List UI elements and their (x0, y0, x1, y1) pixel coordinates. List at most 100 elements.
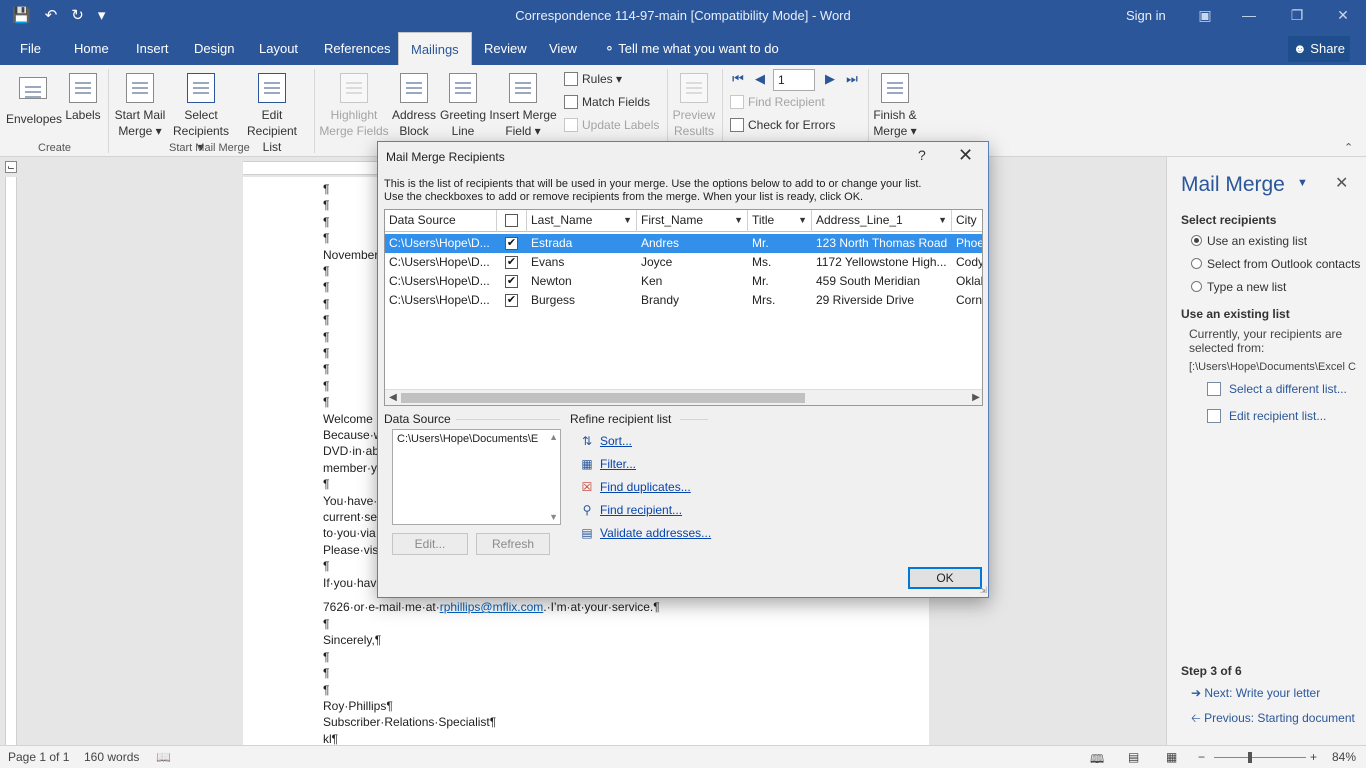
radio-icon (1191, 258, 1202, 269)
include-recipient-checkbox[interactable]: ✔ (505, 275, 518, 288)
dropdown-arrow-icon[interactable]: ▼ (798, 210, 807, 230)
highlight-merge-fields-button[interactable]: Highlight Merge Fields (318, 73, 390, 139)
first-record-icon[interactable]: ⏮ (730, 71, 746, 87)
scroll-right-icon[interactable]: ▶ (968, 390, 982, 405)
edit-button[interactable]: Edit... (392, 533, 468, 555)
tab-insert[interactable]: Insert (136, 32, 169, 65)
find-duplicates-link[interactable]: Find duplicates... (600, 480, 691, 494)
previous-record-icon[interactable]: ◀ (752, 71, 768, 87)
tell-me-box[interactable]: ⚬ Tell me what you want to do (604, 32, 779, 65)
tab-selector-icon[interactable]: ⌙ (5, 161, 17, 173)
zoom-in-icon[interactable]: + (1310, 750, 1317, 764)
scroll-down-icon[interactable]: ▼ (549, 512, 558, 522)
table-row[interactable]: C:\Users\Hope\D... Estrada Andres Mr. 123 No… (385, 234, 982, 253)
include-recipient-checkbox[interactable]: ✔ (505, 256, 518, 269)
select-all-checkbox[interactable] (505, 214, 518, 227)
column-header-address[interactable]: Address_Line_1 ▼ (812, 210, 952, 232)
previous-step-link[interactable]: 🡠 Previous: Starting document (1191, 709, 1355, 730)
sort-link[interactable]: Sort... (600, 434, 632, 448)
tab-view[interactable]: View (549, 32, 577, 65)
recipients-grid[interactable]: Data Source Last_Name ▼ First_Name ▼ Title… (384, 209, 983, 406)
next-step-link[interactable]: ➔ Next: Write your letter (1191, 686, 1320, 700)
maximize-icon[interactable]: ❐ (1282, 4, 1312, 26)
insert-merge-field-button[interactable]: Insert Merge Field ▾ (488, 73, 558, 139)
horizontal-scrollbar[interactable]: ◀ ▶ (385, 389, 982, 405)
zoom-slider[interactable] (1214, 757, 1306, 758)
select-different-list-link[interactable]: Select a different list... (1229, 382, 1347, 396)
filter-link[interactable]: Filter... (600, 457, 636, 471)
dropdown-arrow-icon[interactable]: ▼ (734, 210, 743, 230)
tab-references[interactable]: References (324, 32, 390, 65)
tab-layout[interactable]: Layout (259, 32, 298, 65)
dropdown-arrow-icon[interactable]: ▼ (623, 210, 632, 230)
column-header-checkbox[interactable] (497, 210, 527, 232)
tab-home[interactable]: Home (74, 32, 109, 65)
envelopes-button[interactable]: Envelopes (6, 73, 62, 127)
labels-button[interactable]: Labels (64, 73, 102, 123)
column-header-city[interactable]: City (952, 210, 982, 232)
next-record-icon[interactable]: ▶ (822, 71, 838, 87)
radio-outlook-contacts[interactable]: Select from Outlook contacts (1191, 257, 1360, 271)
help-icon[interactable]: ? (918, 147, 926, 163)
radio-new-list[interactable]: Type a new list (1191, 280, 1286, 294)
ok-button[interactable]: OK (908, 567, 982, 589)
column-header-last-name[interactable]: Last_Name ▼ (527, 210, 637, 232)
last-record-icon[interactable]: ⏭ (844, 71, 860, 87)
preview-results-button[interactable]: Preview Results (670, 73, 718, 139)
include-recipient-checkbox[interactable]: ✔ (505, 294, 518, 307)
find-recipient-button[interactable]: Find Recipient (730, 92, 825, 112)
record-number-input[interactable]: 1 (773, 69, 815, 91)
table-row[interactable]: C:\Users\Hope\D... Evans Joyce Ms. 1172 Yell… (385, 253, 982, 272)
web-layout-icon[interactable]: ▦ (1166, 750, 1177, 764)
finish-merge-button[interactable]: Finish & Merge ▾ (870, 73, 920, 139)
edit-recipient-list-link[interactable]: Edit recipient list... (1229, 409, 1326, 423)
greeting-line-button[interactable]: Greeting Line (438, 73, 488, 139)
refresh-button[interactable]: Refresh (476, 533, 550, 555)
scroll-up-icon[interactable]: ▲ (549, 432, 558, 442)
read-mode-icon[interactable]: 🕮 (1090, 750, 1104, 768)
column-header-title[interactable]: Title ▼ (748, 210, 812, 232)
tab-mailings[interactable]: Mailings (398, 32, 472, 65)
resize-grip-icon[interactable]: ⇲ (979, 585, 987, 596)
print-layout-icon[interactable]: ▤ (1128, 750, 1139, 764)
include-recipient-checkbox[interactable]: ✔ (505, 237, 518, 250)
pane-options-icon[interactable]: ▼ (1297, 177, 1308, 189)
validate-addresses-link[interactable]: Validate addresses... (600, 526, 711, 540)
tab-review[interactable]: Review (484, 32, 527, 65)
update-labels-button[interactable]: Update Labels (564, 115, 659, 135)
check-for-errors-button[interactable]: Check for Errors (730, 115, 835, 135)
close-pane-icon[interactable]: ✕ (1335, 173, 1348, 193)
zoom-slider-thumb[interactable] (1248, 752, 1252, 763)
column-header-data-source[interactable]: Data Source (385, 210, 497, 232)
data-source-list[interactable]: C:\Users\Hope\Documents\E ▲ ▼ (392, 429, 561, 525)
address-block-button[interactable]: Address Block (390, 73, 438, 139)
document-line: Subscriber·Relations·Specialist¶ (323, 715, 497, 730)
zoom-out-icon[interactable]: − (1198, 750, 1205, 764)
word-count[interactable]: 160 words (84, 750, 139, 764)
sign-in-link[interactable]: Sign in (1126, 8, 1166, 23)
ribbon-display-icon[interactable]: ▣ (1190, 4, 1220, 26)
scroll-left-icon[interactable]: ◀ (385, 390, 401, 405)
close-window-icon[interactable]: ✕ (1328, 4, 1358, 26)
find-recipient-link[interactable]: Find recipient... (600, 503, 682, 517)
proofing-icon[interactable]: 📖 (156, 750, 171, 764)
minimize-icon[interactable]: — (1234, 4, 1264, 26)
collapse-ribbon-icon[interactable]: ⌃ (1344, 141, 1353, 154)
start-mail-merge-button[interactable]: Start Mail Merge ▾ (112, 73, 168, 139)
radio-use-existing[interactable]: Use an existing list (1191, 234, 1307, 248)
close-dialog-icon[interactable]: ✕ (958, 145, 973, 166)
email-link[interactable]: rphillips@mflix.com (440, 600, 544, 614)
share-button[interactable]: ☻ Share (1288, 36, 1350, 62)
page-count[interactable]: Page 1 of 1 (8, 750, 69, 764)
zoom-level[interactable]: 84% (1332, 750, 1356, 764)
match-fields-button[interactable]: Match Fields (564, 92, 650, 112)
scrollbar-thumb[interactable] (401, 393, 805, 403)
dropdown-arrow-icon[interactable]: ▼ (938, 210, 947, 230)
column-header-first-name[interactable]: First_Name ▼ (637, 210, 748, 232)
table-row[interactable]: C:\Users\Hope\D... Newton Ken Mr. 459 South … (385, 272, 982, 291)
table-row[interactable]: C:\Users\Hope\D... Burgess Brandy Mrs. 29 Ri… (385, 291, 982, 310)
rules-button[interactable]: Rules ▾ (564, 69, 622, 89)
tab-design[interactable]: Design (194, 32, 234, 65)
data-source-item[interactable]: C:\Users\Hope\Documents\E (397, 433, 538, 445)
tab-file[interactable]: File (20, 32, 41, 65)
